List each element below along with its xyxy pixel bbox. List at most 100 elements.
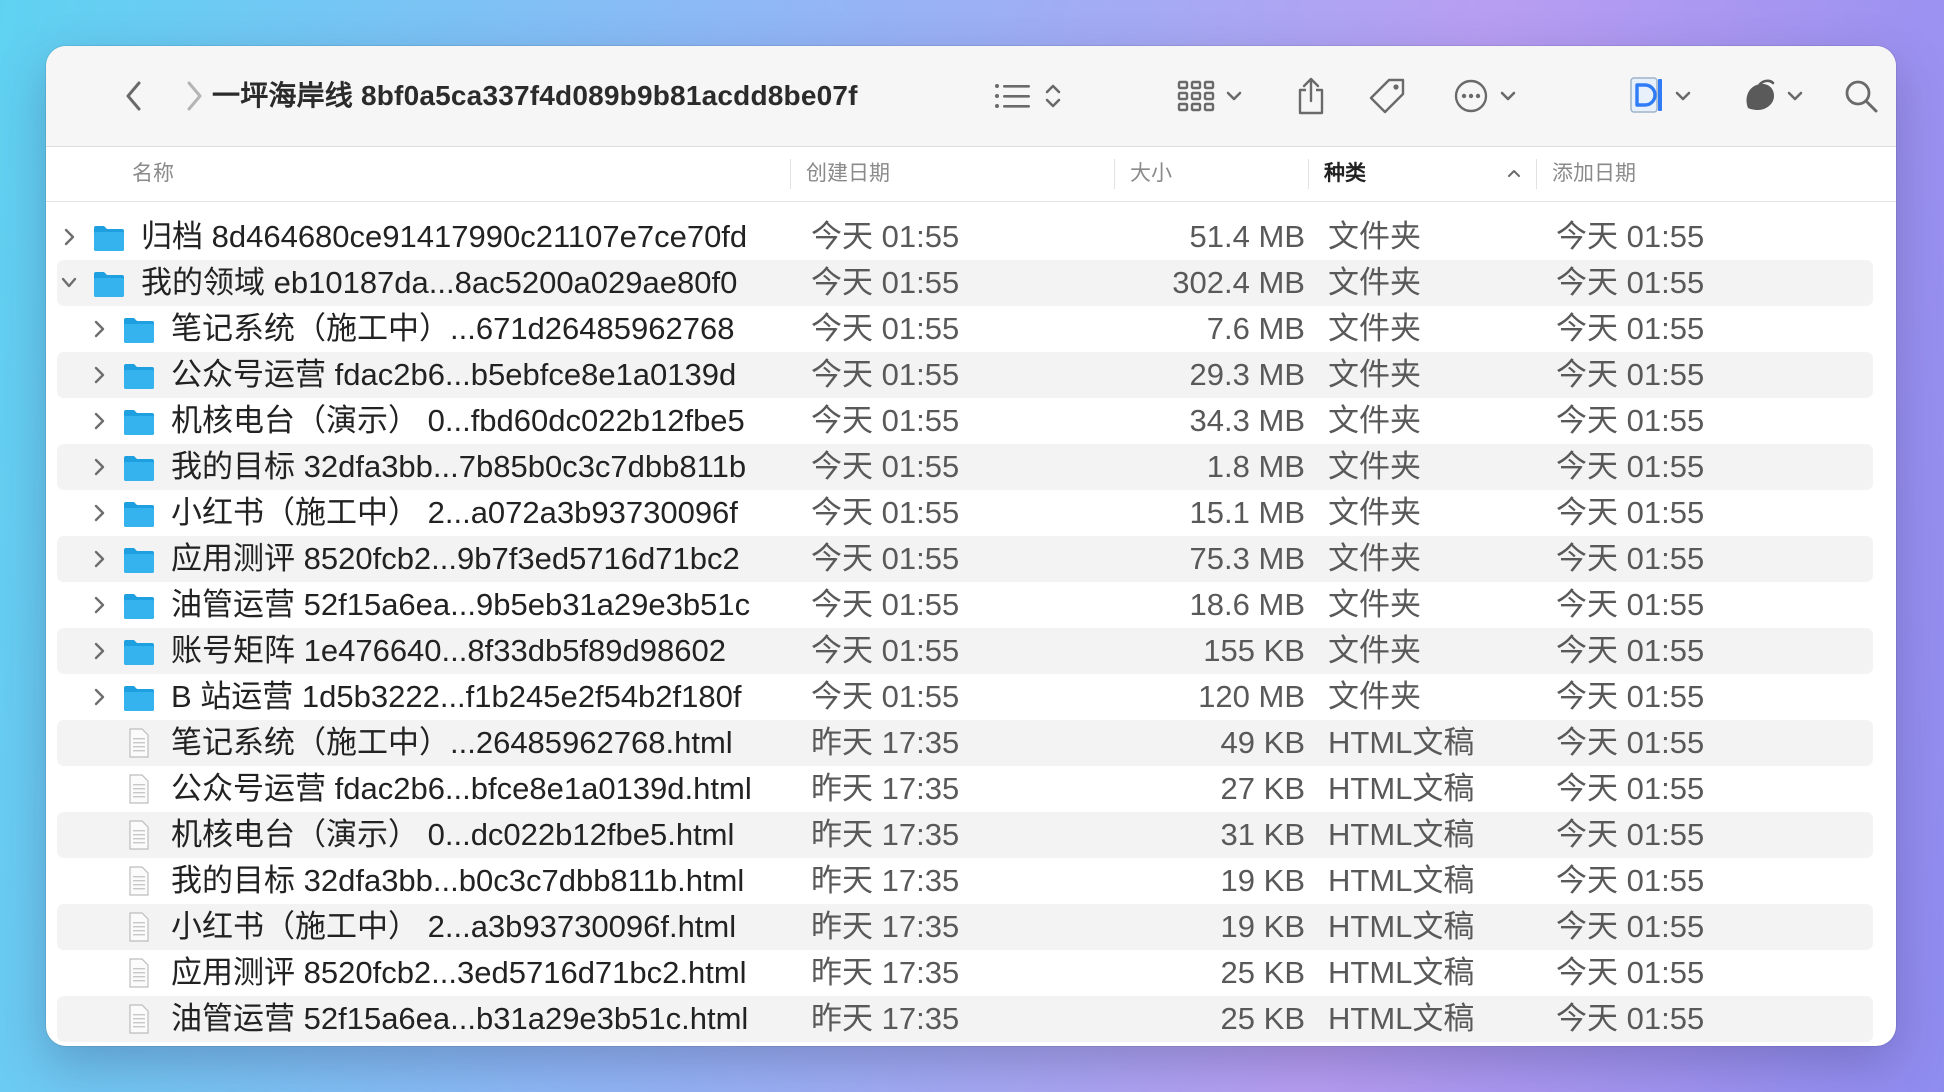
column-divider[interactable] xyxy=(1308,159,1309,189)
file-row[interactable]: 我的目标 32dfa3bb...b0c3c7dbb811b.html 昨天 17:… xyxy=(57,858,1873,904)
chevron-down-icon xyxy=(1787,91,1803,101)
file-name: 笔记系统（施工中）...26485962768.html xyxy=(171,725,733,760)
html-file-icon xyxy=(129,866,149,896)
file-row[interactable]: 油管运营 52f15a6ea...b31a29e3b51c.html 昨天 17:… xyxy=(57,996,1873,1042)
folder-row[interactable]: 账号矩阵 1e476640...8f33db5f89d98602 今天 01:55… xyxy=(57,628,1873,674)
share-icon xyxy=(1298,77,1324,115)
folder-icon xyxy=(94,272,124,297)
disclosure-triangle[interactable] xyxy=(89,674,109,720)
disclosure-triangle[interactable] xyxy=(89,628,109,674)
file-size: 19 KB xyxy=(1220,863,1305,898)
file-kind: 文件夹 xyxy=(1328,403,1421,438)
chevron-down-icon xyxy=(61,277,77,288)
created-date: 昨天 17:35 xyxy=(811,1001,960,1036)
created-date: 今天 01:55 xyxy=(811,311,960,346)
group-button[interactable] xyxy=(1170,46,1250,146)
created-date: 今天 01:55 xyxy=(811,495,960,530)
back-button[interactable] xyxy=(112,46,156,146)
file-row[interactable]: 机核电台（演示） 0...dc022b12fbe5.html 昨天 17:35 31… xyxy=(57,812,1873,858)
disclosure-triangle[interactable] xyxy=(89,536,109,582)
created-date: 今天 01:55 xyxy=(811,449,960,484)
added-date: 今天 01:55 xyxy=(1556,449,1705,484)
disclosure-triangle[interactable] xyxy=(89,352,109,398)
created-date: 今天 01:55 xyxy=(811,219,960,254)
view-options-button[interactable] xyxy=(994,46,1064,146)
disclosure-triangle[interactable] xyxy=(89,306,109,352)
folder-row[interactable]: 机核电台（演示） 0...fbd60dc022b12fbe5 今天 01:55 34… xyxy=(57,398,1873,444)
forward-button[interactable] xyxy=(172,46,216,146)
app-extension-button-2[interactable] xyxy=(1736,46,1810,146)
file-name: 我的目标 32dfa3bb...7b85b0c3c7dbb811b xyxy=(171,449,747,484)
folder-row[interactable]: 我的目标 32dfa3bb...7b85b0c3c7dbb811b 今天 01:5… xyxy=(57,444,1873,490)
file-name: 我的目标 32dfa3bb...b0c3c7dbb811b.html xyxy=(171,863,745,898)
folder-icon xyxy=(124,502,154,527)
share-button[interactable] xyxy=(1286,46,1336,146)
disclosure-triangle[interactable] xyxy=(59,214,79,260)
folder-row[interactable]: 小红书（施工中） 2...a072a3b93730096f 今天 01:55 15.… xyxy=(57,490,1873,536)
file-name: 小红书（施工中） 2...a072a3b93730096f xyxy=(171,495,738,530)
file-kind: HTML文稿 xyxy=(1328,1001,1475,1036)
column-divider[interactable] xyxy=(1536,159,1537,189)
folder-icon xyxy=(124,594,154,619)
added-date: 今天 01:55 xyxy=(1556,817,1705,852)
column-header-kind[interactable]: 种类 xyxy=(1324,147,1366,201)
column-divider[interactable] xyxy=(1114,159,1115,189)
folder-row[interactable]: 公众号运营 fdac2b6...b5ebfce8e1a0139d 今天 01:55… xyxy=(57,352,1873,398)
disclosure-triangle[interactable] xyxy=(89,398,109,444)
folder-row[interactable]: 油管运营 52f15a6ea...9b5eb31a29e3b51c 今天 01:5… xyxy=(57,582,1873,628)
added-date: 今天 01:55 xyxy=(1556,403,1705,438)
search-button[interactable] xyxy=(1836,46,1886,146)
search-icon xyxy=(1845,80,1878,113)
created-date: 昨天 17:35 xyxy=(811,909,960,944)
tag-button[interactable] xyxy=(1362,46,1412,146)
disclosure-triangle[interactable] xyxy=(89,582,109,628)
folder-row[interactable]: 应用测评 8520fcb2...9b7f3ed5716d71bc2 今天 01:5… xyxy=(57,536,1873,582)
folder-icon xyxy=(124,364,154,389)
folder-icon xyxy=(124,640,154,665)
added-date: 今天 01:55 xyxy=(1556,1001,1705,1036)
created-date: 今天 01:55 xyxy=(811,357,960,392)
file-name: 应用测评 8520fcb2...9b7f3ed5716d71bc2 xyxy=(171,541,740,576)
file-size: 49 KB xyxy=(1220,725,1305,760)
folder-icon xyxy=(124,686,154,711)
file-size: 19 KB xyxy=(1220,909,1305,944)
added-date: 今天 01:55 xyxy=(1556,265,1705,300)
file-size: 1.8 MB xyxy=(1206,449,1305,484)
file-row[interactable]: 小红书（施工中） 2...a3b93730096f.html 昨天 17:35 19… xyxy=(57,904,1873,950)
column-header-added[interactable]: 添加日期 xyxy=(1552,147,1636,201)
column-header-name[interactable]: 名称 xyxy=(132,147,174,201)
disclosure-triangle[interactable] xyxy=(89,444,109,490)
folder-row[interactable]: 我的领域 eb10187da...8ac5200a029ae80f0 今天 01:… xyxy=(57,260,1873,306)
chevron-right-icon xyxy=(94,550,105,568)
added-date: 今天 01:55 xyxy=(1556,955,1705,990)
file-kind: 文件夹 xyxy=(1328,495,1421,530)
folder-icon xyxy=(124,410,154,435)
file-row[interactable]: 公众号运营 fdac2b6...bfce8e1a0139d.html 昨天 17:… xyxy=(57,766,1873,812)
file-row[interactable]: 应用测评 8520fcb2...3ed5716d71bc2.html 昨天 17:… xyxy=(57,950,1873,996)
added-date: 今天 01:55 xyxy=(1556,357,1705,392)
chevron-right-icon xyxy=(94,504,105,522)
more-icon xyxy=(1454,79,1488,113)
file-size: 27 KB xyxy=(1220,771,1305,806)
column-header-created[interactable]: 创建日期 xyxy=(806,147,890,201)
more-actions-button[interactable] xyxy=(1446,46,1524,146)
app-extension-button[interactable] xyxy=(1624,46,1696,146)
file-size: 29.3 MB xyxy=(1189,357,1305,392)
folder-row[interactable]: 归档 8d464680ce91417990c21107e7ce70fd 今天 01… xyxy=(57,214,1873,260)
file-kind: HTML文稿 xyxy=(1328,955,1475,990)
file-kind: 文件夹 xyxy=(1328,449,1421,484)
file-row[interactable]: 笔记系统（施工中）...26485962768.html 昨天 17:35 49 K… xyxy=(57,720,1873,766)
file-size: 18.6 MB xyxy=(1189,587,1305,622)
created-date: 昨天 17:35 xyxy=(811,725,960,760)
disclosure-triangle[interactable] xyxy=(59,260,79,306)
folder-row[interactable]: B 站运营 1d5b3222...f1b245e2f54b2f180f 今天 01… xyxy=(57,674,1873,720)
disclosure-triangle[interactable] xyxy=(89,490,109,536)
html-file-icon xyxy=(129,1004,149,1034)
finder-window: 一坪海岸线 8bf0a5ca337f4d089b9b81acdd8be07f 名… xyxy=(46,46,1896,1046)
column-divider[interactable] xyxy=(790,159,791,189)
folder-icon xyxy=(94,226,124,251)
folder-icon xyxy=(124,548,154,573)
column-header-size[interactable]: 大小 xyxy=(1130,147,1172,201)
folder-row[interactable]: 笔记系统（施工中）...671d26485962768 今天 01:55 7.6 M… xyxy=(57,306,1873,352)
file-kind: 文件夹 xyxy=(1328,541,1421,576)
